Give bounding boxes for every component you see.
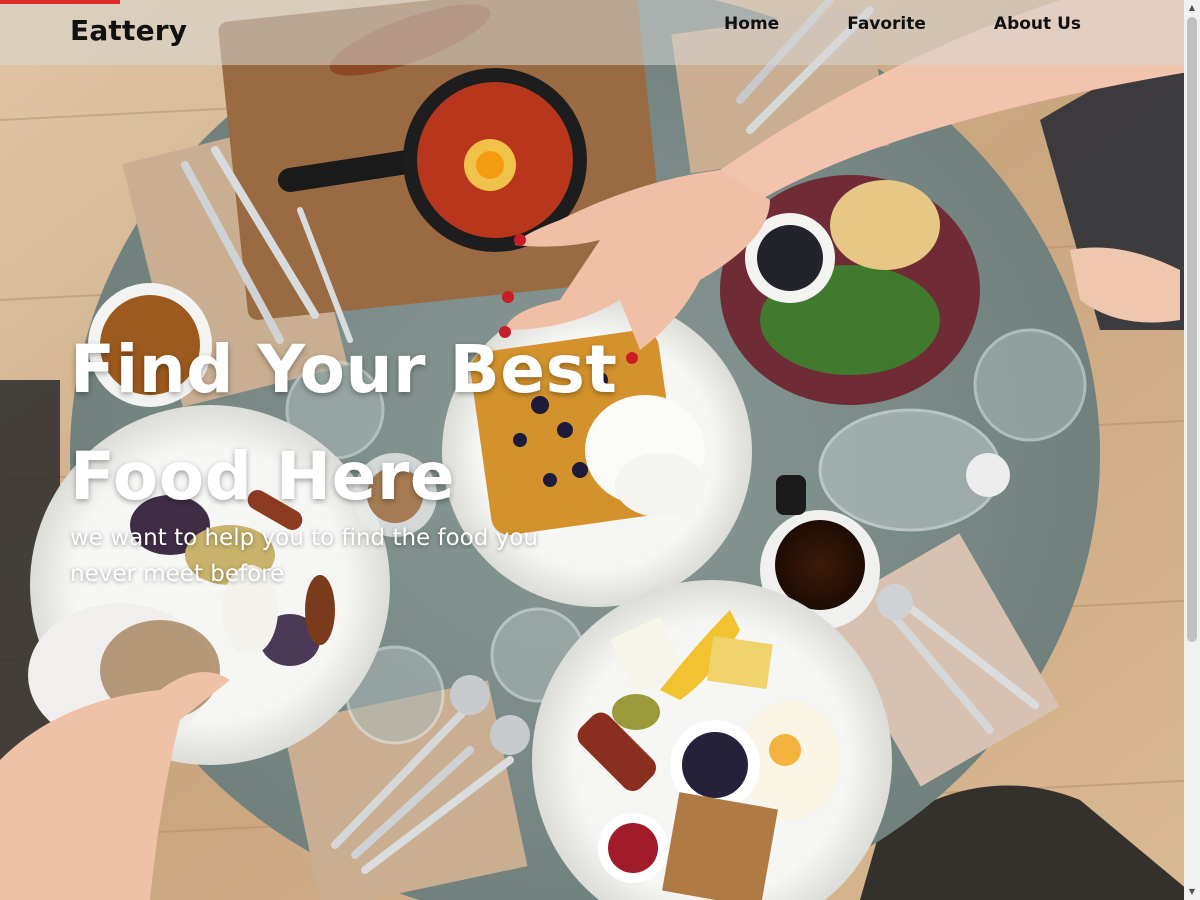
hero-headline-line-1: Find Your Best	[70, 331, 618, 408]
accent-bar	[0, 0, 120, 4]
scroll-up-icon[interactable]: ▲	[1184, 0, 1200, 16]
hero-headline-line-2: Food Here	[70, 438, 456, 515]
scroll-down-icon[interactable]: ▼	[1184, 884, 1200, 900]
nav-link-about-us[interactable]: About Us	[994, 12, 1081, 36]
top-navbar: Eattery Home Favorite About Us	[0, 0, 1184, 65]
nav-link-home[interactable]: Home	[724, 12, 779, 36]
scrollbar-thumb[interactable]	[1187, 17, 1197, 642]
hero-subtitle: we want to help you to find the food you…	[70, 520, 590, 592]
page-scrollbar[interactable]: ▲ ▼	[1184, 0, 1200, 900]
nav-link-favorite[interactable]: Favorite	[847, 12, 926, 36]
hero-headline: Find Your Best Food Here	[70, 316, 630, 530]
brand-logo[interactable]: Eattery	[70, 14, 187, 47]
hero-subtitle-line-2: never meet before	[70, 561, 285, 587]
nav-links: Home Favorite About Us	[656, 12, 1081, 36]
hero-subtitle-line-1: we want to help you to find the food you	[70, 525, 538, 551]
